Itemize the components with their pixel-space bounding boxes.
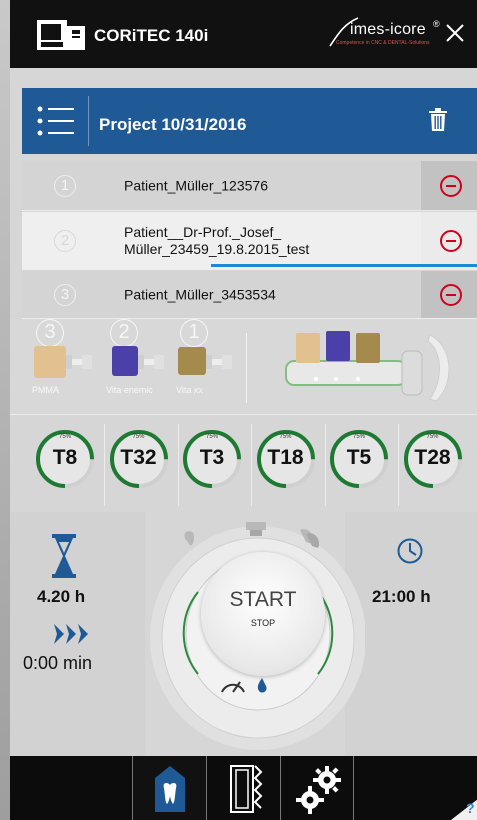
blanks-panel: 3 PMMA 2 Vita enemic 1 Vita xx	[10, 319, 477, 415]
settings-gears-icon	[296, 766, 341, 814]
elapsed-time: 0:00 min	[23, 653, 93, 673]
list-icon[interactable]	[36, 104, 74, 138]
tool-name: T8	[52, 446, 78, 469]
brand-registered-mark: ®	[433, 19, 440, 29]
panel-divider	[246, 333, 247, 403]
remove-patient-button[interactable]	[440, 174, 462, 197]
start-button[interactable]: START STOP	[201, 552, 325, 676]
tool-gauge[interactable]: 75% T18	[255, 428, 317, 490]
blank-material-label: Vita enemic	[106, 385, 153, 395]
tool-wear-percent: 75%	[426, 434, 439, 440]
row-number-badge: 1	[54, 174, 76, 197]
tab-home[interactable]	[132, 756, 206, 820]
blank-carousel-icon[interactable]	[280, 327, 460, 407]
app-window: CORiTEC 140i imes-icore ® Competence in …	[10, 0, 477, 820]
blank-slot-number: 3	[36, 319, 64, 347]
trash-icon[interactable]	[428, 108, 448, 132]
tool-gauge[interactable]: 75% T8	[34, 428, 96, 490]
row-number-badge: 3	[54, 283, 76, 306]
tool-gauge[interactable]: 75% T3	[181, 428, 243, 490]
stop-button[interactable]: STOP	[201, 618, 325, 628]
patient-row[interactable]: 1 Patient_Müller_123576	[22, 161, 477, 211]
tool-wear-percent: 75%	[352, 434, 365, 440]
tab-settings[interactable]	[280, 756, 354, 820]
fast-forward-icon	[54, 624, 88, 644]
tool-name: T28	[414, 446, 451, 469]
window-edge	[0, 0, 10, 820]
bottom-nav	[10, 756, 477, 820]
close-icon[interactable]	[444, 22, 466, 44]
tool-divider	[177, 424, 179, 506]
blank-slot[interactable]: 3 PMMA	[32, 319, 94, 399]
tool-divider	[104, 424, 105, 506]
tool-wear-percent: 75%	[58, 434, 71, 440]
blank-holder-icon	[112, 346, 164, 376]
app-title: CORiTEC 140i	[94, 26, 209, 45]
tool-gauge[interactable]: 75% T28	[402, 428, 464, 490]
tooth-home-icon	[155, 766, 185, 812]
project-header: Project 10/31/2016	[22, 88, 477, 154]
tool-name: T32	[120, 446, 157, 469]
tool-divider	[398, 424, 399, 506]
tool-name: T5	[346, 446, 372, 469]
tool-wear-percent: 75%	[279, 434, 292, 440]
tab-blank-holder[interactable]	[206, 756, 280, 820]
blank-holder-icon	[230, 765, 263, 813]
patient-row[interactable]: 3 Patient_Müller_3453534	[22, 271, 477, 319]
hourglass-icon	[52, 534, 76, 578]
brand-tagline: Competence in CNC & DENTAL-Solutions	[336, 40, 430, 46]
end-time: 21:00 h	[372, 587, 431, 606]
patient-row[interactable]: 2 Patient__Dr-Prof._Josef_ Müller_23459_…	[22, 212, 477, 270]
blank-slot[interactable]: 1 Vita xx	[176, 319, 238, 399]
project-title: Project 10/31/2016	[99, 115, 247, 134]
tool-name: T18	[267, 446, 304, 469]
start-label: START	[229, 588, 297, 611]
estimated-time: 4.20 h	[37, 587, 86, 606]
tool-divider	[251, 424, 252, 506]
clock-icon	[397, 538, 423, 564]
tool-status-bar: 75% T8 75% T32 75% T3 75% T18 75% T5 75% T28	[10, 420, 477, 512]
blank-holder-icon	[34, 346, 92, 378]
section-divider	[10, 414, 477, 415]
patient-name: Patient_Müller_123576	[124, 177, 268, 193]
milling-machine-icon	[37, 20, 85, 50]
header-divider	[88, 96, 89, 146]
blank-slot[interactable]: 2 Vita enemic	[106, 319, 168, 399]
brand-name: imes-icore	[350, 21, 426, 38]
blank-material-label: Vita xx	[176, 385, 203, 395]
blank-slot-number: 2	[110, 319, 138, 347]
tool-wear-percent: 75%	[132, 434, 145, 440]
tool-gauge[interactable]: 75% T32	[108, 428, 170, 490]
brand-logo: imes-icore ® Competence in CNC & DENTAL-…	[328, 16, 443, 50]
tool-gauge[interactable]: 75% T5	[328, 428, 390, 490]
remove-patient-button[interactable]	[440, 283, 462, 306]
selection-indicator	[211, 264, 477, 267]
blank-holder-icon	[178, 347, 232, 375]
help-icon[interactable]: ?	[466, 800, 475, 816]
blank-slot-number: 1	[180, 319, 208, 347]
remove-patient-button[interactable]	[440, 229, 462, 252]
row-number-badge: 2	[54, 229, 76, 252]
tool-wear-percent: 75%	[205, 434, 218, 440]
tool-name: T3	[199, 446, 225, 469]
tool-divider	[324, 424, 326, 506]
blank-material-label: PMMA	[32, 385, 59, 395]
top-bar: CORiTEC 140i imes-icore ® Competence in …	[10, 0, 477, 68]
patient-name: Patient_Müller_3453534	[124, 286, 276, 302]
patient-name: Patient__Dr-Prof._Josef_ Müller_23459_19…	[124, 223, 310, 257]
